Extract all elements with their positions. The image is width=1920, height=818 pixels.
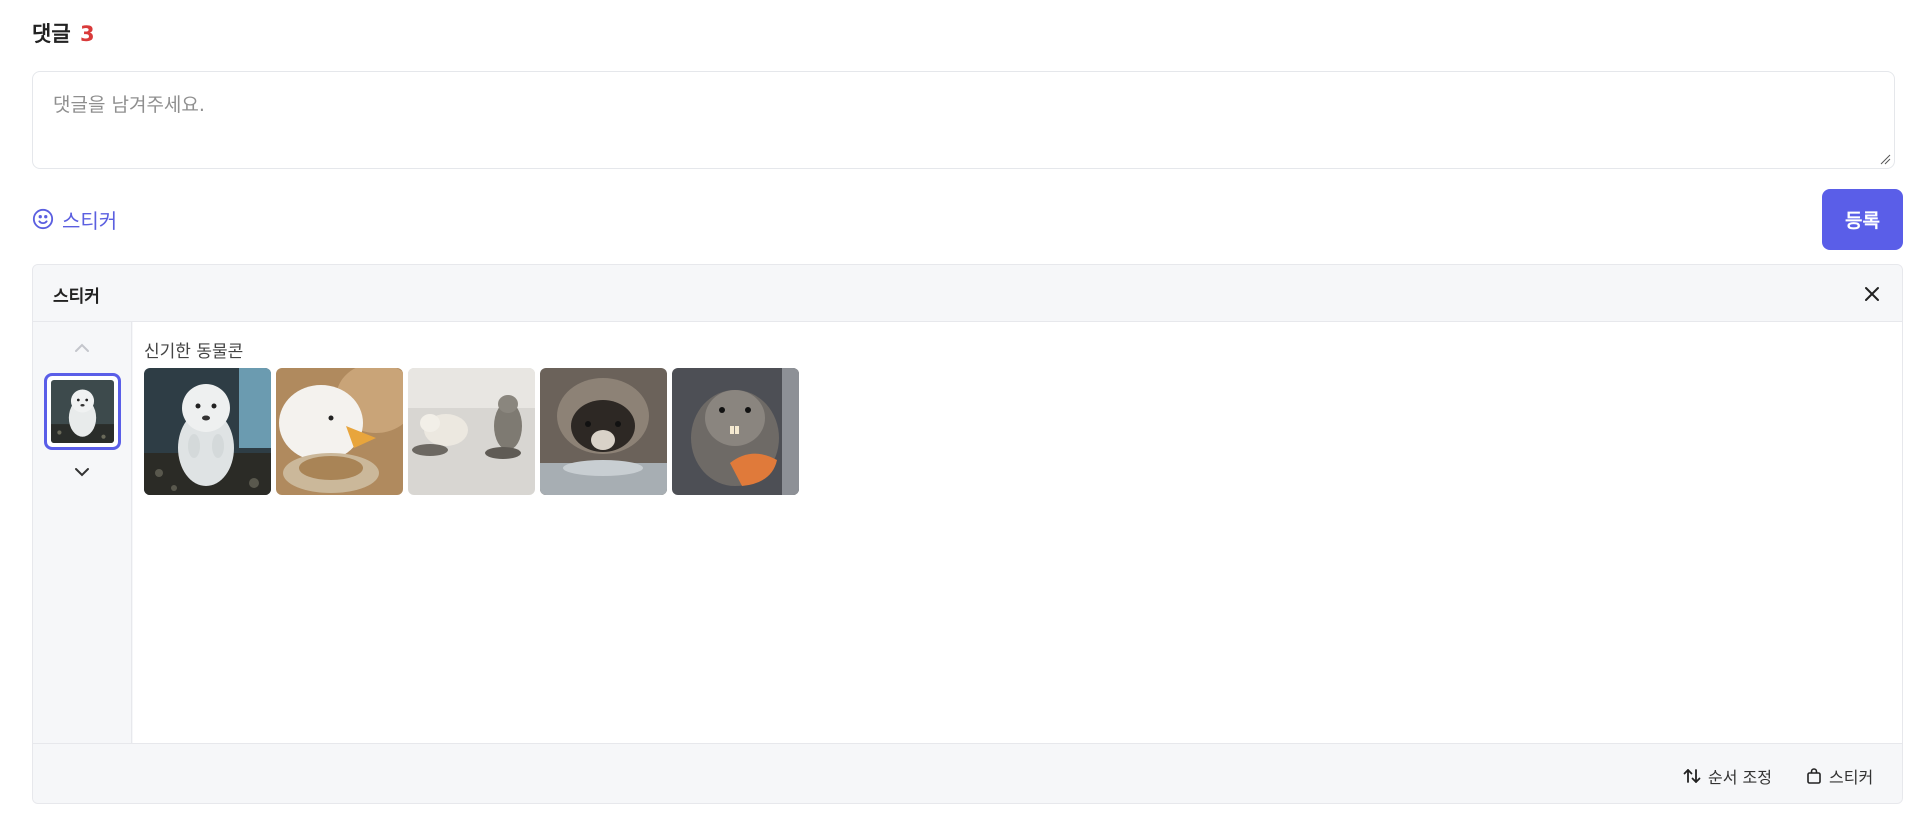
sticker-panel-header: 스티커 (33, 265, 1902, 322)
submit-button[interactable]: 등록 (1822, 189, 1903, 250)
sticker-pack-thumbnail[interactable] (44, 373, 121, 450)
sticker-duck[interactable] (276, 368, 403, 495)
comment-input-box (32, 71, 1895, 169)
sticker-toggle-button[interactable]: 스티커 (32, 204, 117, 234)
reorder-label: 순서 조정 (1708, 768, 1772, 787)
comment-count: 3 (79, 22, 95, 46)
comments-label: 댓글 (32, 22, 71, 46)
sticker-store-label: 스티커 (1829, 768, 1874, 787)
sticker-beaver[interactable] (672, 368, 799, 495)
smile-icon (32, 208, 54, 230)
comments-header: 댓글 3 (32, 20, 95, 48)
reorder-button[interactable]: 순서 조정 (1682, 764, 1772, 788)
sort-arrows-icon (1683, 769, 1701, 783)
chevron-down-icon[interactable] (71, 464, 93, 480)
sticker-panel-title: 스티커 (53, 287, 100, 307)
sticker-pack-title: 신기한 동물콘 (144, 342, 244, 362)
sticker-panel-footer: 순서 조정 스티커 (33, 743, 1902, 803)
sticker-store-button[interactable]: 스티커 (1805, 764, 1873, 788)
resize-grip-icon[interactable] (1879, 153, 1891, 165)
comment-textarea[interactable] (33, 72, 1894, 168)
close-icon[interactable] (1860, 282, 1884, 306)
sticker-list (144, 368, 799, 495)
sticker-panel: 스티커 신기한 동물콘 순서 조정 스티커 (32, 264, 1903, 804)
sticker-pack-sidebar (33, 322, 132, 743)
seal-thumbnail-image (51, 380, 114, 443)
shopping-bag-icon (1807, 768, 1821, 784)
sticker-toggle-label: 스티커 (62, 208, 118, 233)
sticker-puppy-cat[interactable] (408, 368, 535, 495)
sticker-seal[interactable] (144, 368, 271, 495)
sticker-grid-area: 신기한 동물콘 (133, 322, 1902, 743)
sticker-raccoon[interactable] (540, 368, 667, 495)
chevron-up-icon (75, 343, 89, 352)
